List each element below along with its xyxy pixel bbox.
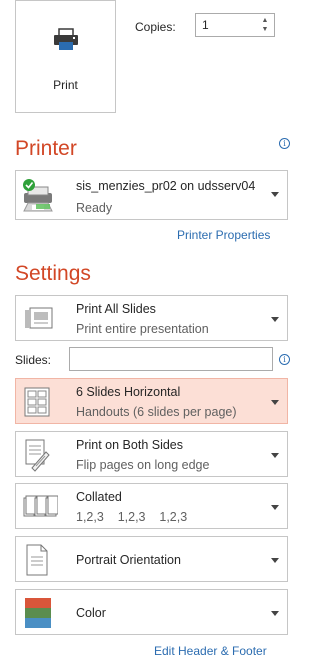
portrait-page-icon: [22, 543, 52, 582]
printer-ready-icon: [20, 177, 56, 220]
collation-main: Collated: [76, 490, 122, 504]
chevron-down-icon: [271, 192, 279, 197]
color-select[interactable]: Color: [15, 589, 288, 635]
spin-arrows-icon[interactable]: ▲ ▼: [260, 16, 270, 34]
printer-status: Ready: [76, 201, 113, 215]
copies-label: Copies:: [135, 20, 176, 34]
slides-info-icon[interactable]: i: [279, 354, 290, 365]
slides-icon: [22, 304, 56, 339]
duplex-main: Print on Both Sides: [76, 438, 184, 452]
duplex-select[interactable]: Print on Both Sides Flip pages on long e…: [15, 431, 288, 477]
slides-input[interactable]: [69, 347, 273, 371]
color-swatch-icon: [24, 596, 52, 635]
print-button-label: Print: [53, 78, 78, 92]
print-range-sub: Print entire presentation: [76, 322, 209, 336]
chevron-down-icon: [271, 400, 279, 405]
printer-icon: [53, 28, 79, 57]
duplex-icon: [22, 438, 52, 477]
settings-section-title: Settings: [15, 262, 91, 285]
chevron-down-icon: [271, 505, 279, 510]
slides-label: Slides:: [15, 353, 52, 367]
print-range-main: Print All Slides: [76, 302, 156, 316]
collation-select[interactable]: Collated 1,2,3 1,2,3 1,2,3: [15, 483, 288, 529]
six-slides-grid-icon: [22, 386, 52, 423]
orientation-main: Portrait Orientation: [76, 553, 181, 567]
print-range-select[interactable]: Print All Slides Print entire presentati…: [15, 295, 288, 341]
layout-main: 6 Slides Horizontal: [76, 385, 181, 399]
chevron-down-icon: [271, 611, 279, 616]
collated-icon: [22, 494, 59, 525]
printer-select[interactable]: sis_menzies_pr02 on udsserv04 Ready: [15, 170, 288, 220]
copies-stepper[interactable]: 1 ▲ ▼: [195, 13, 275, 37]
orientation-select[interactable]: Portrait Orientation: [15, 536, 288, 582]
layout-sub: Handouts (6 slides per page): [76, 405, 237, 419]
duplex-sub: Flip pages on long edge: [76, 458, 210, 472]
chevron-down-icon: [271, 317, 279, 322]
chevron-down-icon: [271, 558, 279, 563]
chevron-down-icon: [271, 453, 279, 458]
edit-header-footer-link[interactable]: Edit Header & Footer: [154, 644, 267, 658]
collation-sub: 1,2,3 1,2,3 1,2,3: [76, 510, 188, 524]
layout-select[interactable]: 6 Slides Horizontal Handouts (6 slides p…: [15, 378, 288, 424]
color-main: Color: [76, 606, 106, 620]
copies-value: 1: [202, 18, 209, 32]
printer-properties-link[interactable]: Printer Properties: [177, 228, 270, 242]
printer-info-icon[interactable]: i: [279, 138, 290, 149]
print-button[interactable]: Print: [15, 0, 116, 113]
printer-section-title: Printer: [15, 137, 77, 160]
printer-name: sis_menzies_pr02 on udsserv04: [76, 179, 256, 193]
